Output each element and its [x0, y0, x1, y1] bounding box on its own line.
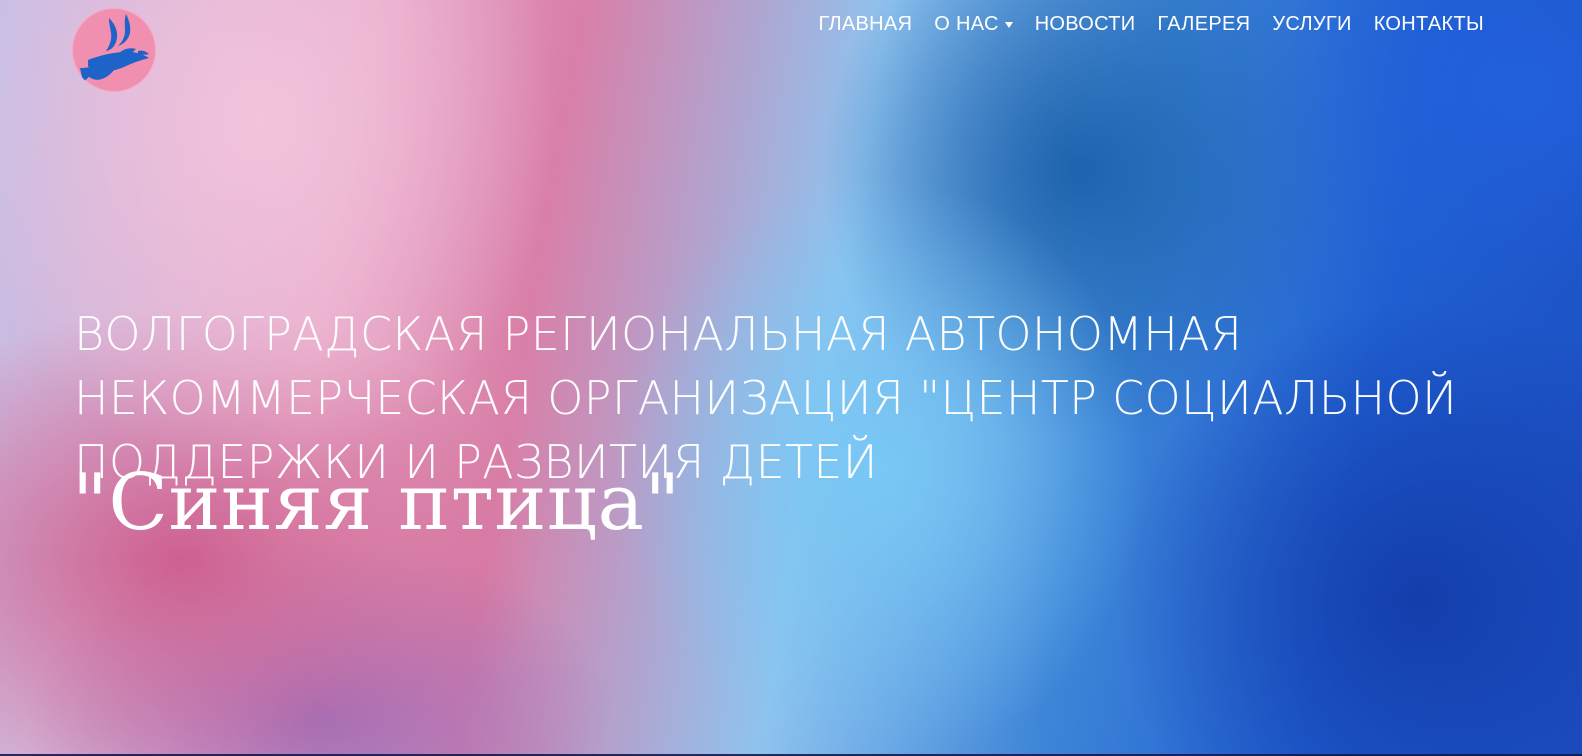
main-navigation: ГЛАВНАЯ О НАС НОВОСТИ ГАЛЕРЕЯ УСЛУГИ КОН… — [818, 13, 1484, 36]
nav-services-label: УСЛУГИ — [1272, 13, 1352, 35]
nav-item-about[interactable]: О НАС — [934, 13, 1013, 36]
chevron-down-icon — [1004, 22, 1013, 28]
brand-name: "Синяя птица" — [72, 458, 681, 548]
site-logo[interactable] — [72, 8, 156, 92]
nav-item-news[interactable]: НОВОСТИ — [1035, 13, 1136, 36]
headline-line-2: НЕКОММЕРЧЕСКАЯ ОРГАНИЗАЦИЯ "ЦЕНТР СОЦИАЛ… — [74, 370, 1458, 425]
nav-contacts-label: КОНТАКТЫ — [1373, 13, 1484, 35]
nav-item-services[interactable]: УСЛУГИ — [1272, 13, 1351, 36]
nav-gallery-label: ГАЛЕРЕЯ — [1157, 13, 1251, 35]
nav-home-label: ГЛАВНАЯ — [818, 13, 913, 35]
nav-news-label: НОВОСТИ — [1034, 13, 1136, 35]
nav-item-gallery[interactable]: ГАЛЕРЕЯ — [1157, 13, 1250, 36]
bird-icon — [80, 14, 149, 82]
headline-line-1: ВОЛГОГРАДСКАЯ РЕГИОНАЛЬНАЯ АВТОНОМНАЯ — [74, 306, 1243, 361]
nav-item-contacts[interactable]: КОНТАКТЫ — [1374, 13, 1484, 36]
nav-about-label: О НАС — [934, 13, 999, 35]
nav-item-home[interactable]: ГЛАВНАЯ — [818, 13, 912, 36]
